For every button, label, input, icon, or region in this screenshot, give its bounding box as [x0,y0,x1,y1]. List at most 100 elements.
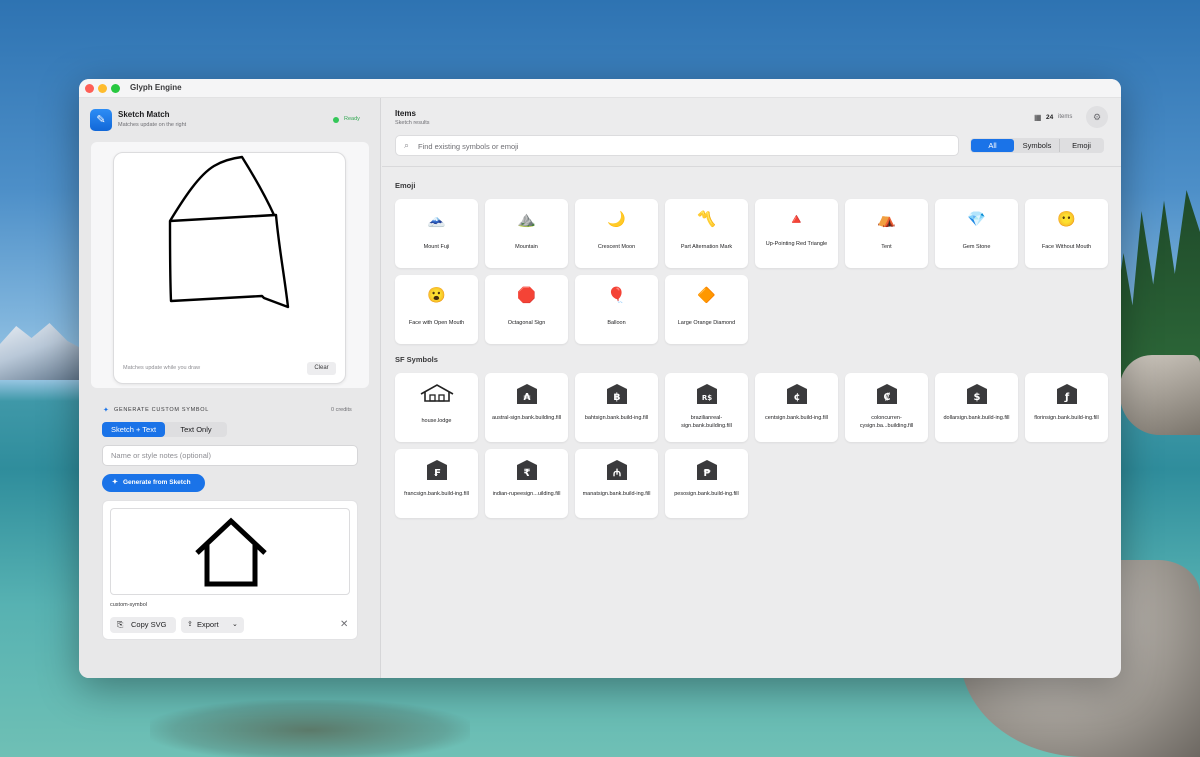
symbol-label: bahtsign.bank.build-ing.fill [584,415,649,421]
bank-icon: ₡ [845,383,928,412]
sidebar: ✎ Sketch Match Matches update on the rig… [79,98,381,678]
emoji-tile[interactable]: ⛺ Tent [845,199,928,268]
symbol-label: indian-rupeesign...uilding.fill [492,491,561,497]
app-subtitle: Matches update on the right [118,122,187,128]
clear-button[interactable]: Clear [307,362,336,375]
filter-all[interactable]: All [971,139,1014,152]
symbol-tile[interactable]: ฿ bahtsign.bank.build-ing.fill [575,373,658,442]
bank-icon: ƒ [1025,383,1108,412]
items-title: Items [395,109,416,118]
symbol-tile[interactable]: $ dollarsign.bank.build-ing.fill [935,373,1018,442]
emoji-tile[interactable]: 🎈 Balloon [575,275,658,344]
style-notes-input[interactable] [102,445,358,466]
emoji-label: Face with Open Mouth [408,320,465,326]
svg-text:₳: ₳ [523,392,530,403]
credits-count: 0 credits [331,407,352,413]
close-icon[interactable]: ✕ [340,617,348,633]
zoom-window-button[interactable] [111,84,120,93]
divider [382,166,1121,167]
symbol-tile[interactable]: R$ brazilianreal-sign.bank.building.fill [665,373,748,442]
svg-text:¢: ¢ [793,392,800,403]
emoji-label: Octagonal Sign [507,320,546,326]
symbol-tile[interactable]: ₱ pesosign.bank.build-ing.fill [665,449,748,518]
emoji-label: Crescent Moon [597,244,636,250]
emoji-glyph: 🔺 [787,211,806,228]
wallpaper-shallows [150,700,470,757]
emoji-glyph: 🛑 [517,287,536,304]
emoji-tile[interactable]: 🗻 Mount Fuji [395,199,478,268]
emoji-glyph: 🔶 [697,287,716,304]
items-count: 24 [1046,114,1054,121]
svg-text:$: $ [973,392,980,403]
emoji-tile[interactable]: 〽️ Part Alternation Mark [665,199,748,268]
export-menu-button[interactable]: ⇪ Export ⌄ [181,617,244,633]
emoji-glyph: ⛺ [877,211,896,228]
symbol-tile[interactable]: ₼ manatsign.bank.build-ing.fill [575,449,658,518]
emoji-label: Part Alternation Mark [680,244,733,250]
symbol-label: dollarsign.bank.build-ing.fill [943,415,1010,421]
svg-text:₼: ₼ [612,468,620,479]
wallpaper-mountain [0,323,90,380]
emoji-tile[interactable]: ⛰️ Mountain [485,199,568,268]
emoji-label: Face Without Mouth [1041,244,1092,250]
symbol-label: centsign.bank.build-ing.fill [765,415,828,421]
symbol-tile[interactable]: ¢ centsign.bank.build-ing.fill [755,373,838,442]
clipboard-icon: ⎘ [117,620,124,629]
symbol-tile[interactable]: ₣ francsign.bank.build-ing.fill [395,449,478,518]
emoji-label: Gem Stone [962,244,991,250]
sketch-canvas[interactable]: Matches update while you draw Clear [113,152,346,384]
emoji-glyph: 🎈 [607,287,626,304]
symbol-label: pesosign.bank.build-ing.fill [674,491,739,497]
emoji-tile[interactable]: 🔺 Up-Pointing Red Triangle [755,199,838,268]
emoji-tile[interactable]: 💎 Gem Stone [935,199,1018,268]
generate-button-label: Generate from Sketch [123,479,191,486]
emoji-tile[interactable]: 🌙 Crescent Moon [575,199,658,268]
house-lodge-icon [395,383,478,410]
emoji-glyph: 😮 [427,287,446,304]
symbol-preview [110,508,350,595]
tab-text-only[interactable]: Text Only [165,422,227,437]
emoji-label: Mount Fuji [423,244,450,250]
export-label: Export [197,620,219,629]
items-count-label: items [1058,114,1073,120]
app-pen-icon: ✎ [90,109,112,131]
close-window-button[interactable] [85,84,94,93]
emoji-glyph: 💎 [967,211,986,228]
symbol-tile[interactable]: ₹ indian-rupeesign...uilding.fill [485,449,568,518]
symbol-tile[interactable]: ƒ florinsign.bank.build-ing.fill [1025,373,1108,442]
copy-svg-button[interactable]: ⎘ Copy SVG [110,617,176,633]
filter-symbols[interactable]: Symbols [1016,139,1058,152]
symbol-tile[interactable]: ₳ austral-sign.bank.building.fill [485,373,568,442]
svg-text:R$: R$ [701,394,711,402]
symbol-label: brazilianreal-sign.bank.building.fill [681,415,732,429]
tab-sketch-text[interactable]: Sketch + Text [102,422,165,437]
emoji-glyph: 〽️ [697,211,716,228]
emoji-section-title: Emoji [395,181,416,190]
symbol-label: francsign.bank.build-ing.fill [404,491,469,497]
emoji-glyph: ⛰️ [517,211,536,228]
emoji-glyph: 🌙 [607,211,626,228]
emoji-label: Tent [881,244,892,250]
generate-button[interactable]: ✦ Generate from Sketch [102,474,205,492]
app-name: Sketch Match [118,110,170,119]
minimize-window-button[interactable] [98,84,107,93]
filter-emoji[interactable]: Emoji [1059,139,1103,152]
bank-icon: $ [935,383,1018,412]
emoji-tile[interactable]: 😶 Face Without Mouth [1025,199,1108,268]
bank-icon: ₣ [395,459,478,488]
symbol-tile[interactable]: ₡ coloncurren-cysign.ba...building.fill [845,373,928,442]
symbols-section-title: SF Symbols [395,355,438,364]
gear-icon[interactable]: ⚙ [1086,106,1108,128]
emoji-tile[interactable]: 🔶 Large Orange Diamond [665,275,748,344]
bank-icon: ₳ [485,383,568,412]
search-bar: ⌕ [395,135,959,156]
search-input[interactable] [418,139,938,153]
svg-text:₹: ₹ [523,468,530,479]
title-bar: Glyph Engine [79,79,1121,98]
emoji-tile[interactable]: 🛑 Octagonal Sign [485,275,568,344]
canvas-hint: Matches update while you draw [123,365,201,371]
emoji-tile[interactable]: 😮 Face with Open Mouth [395,275,478,344]
symbol-label: coloncurren-cysign.ba...building.fill [859,415,914,429]
sketch-panel: Matches update while you draw Clear [91,142,369,388]
symbol-tile[interactable]: house.lodge [395,373,478,442]
